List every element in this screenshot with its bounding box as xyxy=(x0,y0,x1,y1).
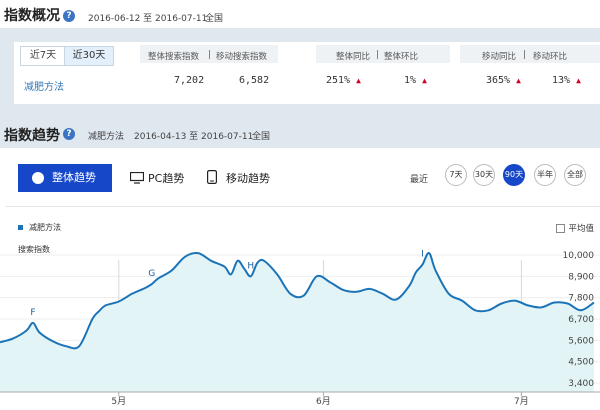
y-tick-label: 10,000 xyxy=(563,251,595,261)
series-area xyxy=(0,252,594,392)
y-tick-label: 7,800 xyxy=(568,294,594,304)
y-tick-label: 5,600 xyxy=(568,336,594,346)
y-tick-label: 8,900 xyxy=(568,272,594,282)
event-marker: H xyxy=(247,261,254,271)
x-tick-label: 7月 xyxy=(514,396,529,407)
event-marker: I xyxy=(421,250,424,260)
y-tick-label: 6,700 xyxy=(568,315,594,325)
x-tick-label: 6月 xyxy=(316,396,331,407)
event-marker: G xyxy=(148,269,155,279)
y-tick-label: 3,400 xyxy=(568,379,594,389)
trend-chart: 10,000 8,900 7,800 6,700 5,600 4,500 3,400 5月 6月… xyxy=(0,250,600,407)
event-marker: F xyxy=(30,308,35,318)
x-tick-label: 5月 xyxy=(111,396,126,407)
y-tick-label: 4,500 xyxy=(568,358,594,368)
